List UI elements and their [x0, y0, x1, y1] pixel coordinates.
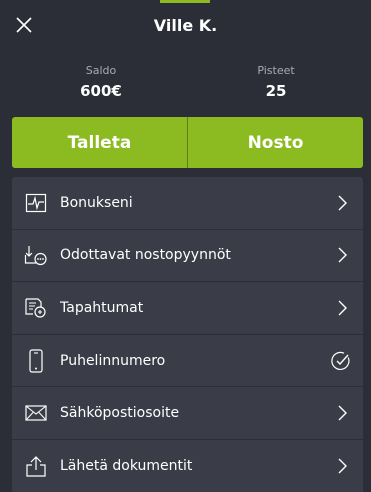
chevron-right-icon [338, 247, 347, 263]
chevron-right-icon [338, 458, 347, 474]
menu-item-email[interactable]: Sähköpostiosoite [12, 387, 363, 440]
menu-item-label: Tapahtumat [60, 299, 144, 316]
chevron-right-icon [338, 300, 347, 316]
balance-value: 600€ [80, 82, 122, 100]
menu-item-label: Lähetä dokumentit [60, 457, 193, 474]
balance-label: Saldo [85, 64, 117, 77]
transactions-icon [24, 296, 48, 320]
account-menu: Bonukseni Odottavat nostopyynnöt Tapahtu… [12, 177, 363, 492]
menu-item-label: Bonukseni [60, 194, 133, 211]
pending-withdraw-icon [24, 243, 48, 267]
chart-icon [24, 191, 48, 215]
menu-item-send-documents[interactable]: Lähetä dokumentit [12, 440, 363, 492]
withdraw-button[interactable]: Nosto [187, 117, 363, 168]
envelope-icon [24, 401, 48, 425]
page-title: Ville K. [153, 16, 218, 35]
menu-item-label: Sähköpostiosoite [60, 405, 180, 422]
header: Ville K. [0, 0, 371, 52]
menu-item-label: Puhelinnumero [60, 352, 166, 369]
chevron-right-icon [338, 195, 347, 211]
menu-item-bonuses[interactable]: Bonukseni [12, 177, 363, 230]
menu-item-label: Odottavat nostopyynnöt [60, 247, 231, 264]
chevron-right-icon [338, 405, 347, 421]
points-label: Pisteet [257, 64, 295, 77]
upload-icon [24, 454, 48, 478]
menu-item-transactions[interactable]: Tapahtumat [12, 282, 363, 335]
points-value: 25 [265, 82, 287, 100]
deposit-button[interactable]: Talleta [12, 117, 187, 168]
menu-item-phone-number[interactable]: Puhelinnumero [12, 335, 363, 388]
points-stat: Pisteet 25 [216, 64, 336, 100]
phone-icon [24, 348, 48, 373]
action-buttons: Talleta Nosto [12, 117, 363, 168]
account-stats: Saldo 600€ Pisteet 25 [0, 64, 371, 104]
menu-item-pending-withdrawals[interactable]: Odottavat nostopyynnöt [12, 230, 363, 283]
verified-check-icon [331, 351, 350, 370]
balance-stat: Saldo 600€ [41, 64, 161, 100]
